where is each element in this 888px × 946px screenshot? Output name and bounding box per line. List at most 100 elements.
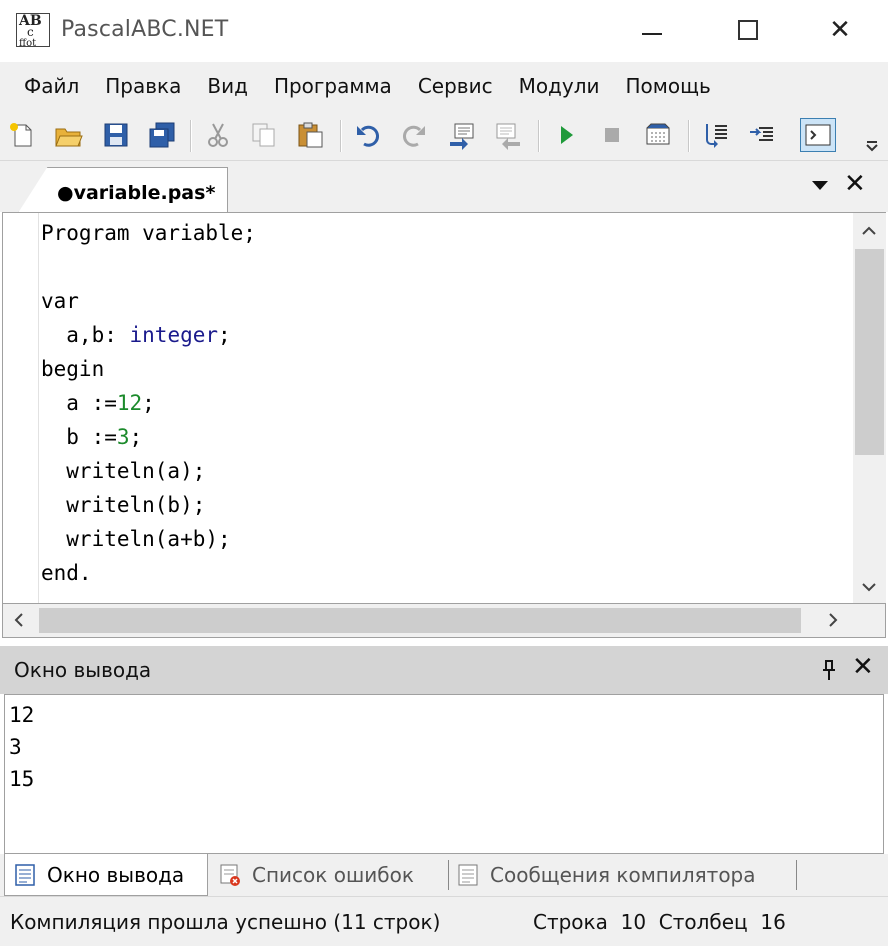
editor-tab-strip: ●variable.pas* ✕	[0, 160, 888, 213]
redo-button[interactable]	[396, 118, 432, 152]
code-editor[interactable]: Program variable; var a,b: integer; begin …	[2, 212, 886, 604]
maximize-icon	[738, 20, 758, 40]
step-into-icon	[706, 124, 727, 148]
output-close-button[interactable]: ✕	[852, 654, 874, 680]
code-line: Program variable;	[41, 216, 256, 250]
toolbar-overflow-button[interactable]	[862, 128, 882, 156]
tab-output-window[interactable]: Окно вывода	[4, 854, 208, 896]
code-token: b :=	[41, 425, 117, 449]
rebuild-button[interactable]	[490, 118, 526, 152]
tab-label: ●variable.pas*	[57, 182, 216, 204]
code-line: var	[41, 284, 256, 318]
scroll-left-icon[interactable]	[11, 612, 27, 628]
undo-icon	[357, 125, 380, 147]
code-token: ;	[218, 323, 231, 347]
debug-button[interactable]	[640, 118, 676, 152]
save-button[interactable]	[98, 118, 134, 152]
step-over-icon	[750, 127, 773, 141]
app-icon-text-ffot: ffot	[19, 38, 37, 49]
scroll-up-icon[interactable]	[861, 223, 877, 239]
minimize-icon	[642, 33, 662, 35]
open-button[interactable]	[50, 118, 86, 152]
code-line: begin	[41, 352, 256, 386]
close-icon: ✕	[844, 169, 866, 199]
status-message: Компиляция прошла успешно (11 строк)	[10, 910, 441, 934]
horizontal-scroll-thumb[interactable]	[39, 608, 801, 633]
code-line: b :=3;	[41, 420, 256, 454]
cut-icon	[208, 123, 228, 147]
code-token: writeln(b);	[41, 493, 206, 517]
scroll-right-icon[interactable]	[825, 612, 841, 628]
undo-button[interactable]	[350, 118, 386, 152]
toolbar-separator	[190, 120, 192, 152]
code-token: a,b:	[41, 323, 130, 347]
cut-button[interactable]	[200, 118, 236, 152]
tab-separator	[796, 860, 797, 890]
open-folder-icon	[55, 128, 83, 147]
paste-button[interactable]	[292, 118, 328, 152]
step-over-button[interactable]	[744, 118, 780, 152]
code-token: integer	[129, 323, 219, 347]
stop-icon	[605, 128, 619, 142]
minimize-button[interactable]	[622, 8, 682, 52]
menu-view[interactable]: Вид	[194, 66, 261, 106]
compile-button[interactable]	[444, 118, 480, 152]
tab-dropdown-icon[interactable]	[812, 181, 828, 190]
run-button[interactable]	[548, 118, 584, 152]
tab-compiler-messages[interactable]: Сообщения компилятора	[456, 854, 756, 896]
compile-icon	[450, 123, 474, 150]
rebuild-icon	[496, 123, 520, 150]
editor-gutter	[3, 213, 39, 603]
new-file-button[interactable]	[4, 118, 40, 152]
pascalabc-app-icon[interactable]: AB c ffot	[16, 13, 50, 49]
save-all-button[interactable]	[144, 118, 180, 152]
code-token: ;	[129, 425, 143, 449]
menu-bar: Файл Правка Вид Программа Сервис Модули …	[0, 62, 888, 110]
cursor-position: Строка 10 Столбец 16	[533, 910, 786, 934]
menu-modules[interactable]: Модули	[506, 66, 613, 106]
vertical-scrollbar[interactable]	[853, 213, 886, 603]
menu-service[interactable]: Сервис	[405, 66, 506, 106]
code-token: Program variable;	[41, 221, 256, 245]
output-body[interactable]: 12 3 15	[4, 694, 884, 854]
code-token: 3	[116, 425, 130, 449]
code-token: a :=	[41, 391, 117, 415]
stop-button[interactable]	[594, 118, 630, 152]
tab-error-list[interactable]: Список ошибок	[214, 854, 414, 896]
code-token: ;	[142, 391, 155, 415]
paste-icon	[298, 122, 323, 148]
code-token: end.	[41, 561, 92, 585]
copy-button[interactable]	[246, 118, 282, 152]
code-line: writeln(b);	[41, 488, 256, 522]
vertical-scroll-thumb[interactable]	[855, 249, 884, 455]
tab-error-list-label: Список ошибок	[252, 863, 414, 887]
code-area[interactable]: Program variable; var a,b: integer; begin …	[41, 216, 256, 590]
error-list-icon	[220, 864, 240, 886]
tab-compiler-messages-label: Сообщения компилятора	[490, 863, 756, 887]
code-token: writeln(a+b);	[41, 527, 231, 551]
maximize-button[interactable]	[718, 8, 778, 52]
menu-file[interactable]: Файл	[0, 66, 92, 106]
tab-separator	[448, 860, 449, 890]
pin-icon[interactable]	[820, 658, 838, 682]
code-line: a,b: integer;	[41, 318, 256, 352]
tab-close-button[interactable]: ✕	[844, 171, 866, 197]
new-file-icon	[10, 123, 32, 147]
menu-program[interactable]: Программа	[261, 66, 405, 106]
step-into-button[interactable]	[698, 118, 734, 152]
scroll-down-icon[interactable]	[861, 579, 877, 595]
bottom-tab-strip: Окно вывода Список ошибок Сообщения комп…	[0, 854, 888, 896]
tab-variable-pas[interactable]: ●variable.pas*	[18, 167, 228, 213]
status-bar: Компиляция прошла успешно (11 строк) Стр…	[0, 896, 888, 946]
chevron-down-icon	[866, 141, 878, 152]
menu-edit[interactable]: Правка	[92, 66, 194, 106]
menu-help[interactable]: Помощь	[613, 66, 724, 106]
code-line: writeln(a+b);	[41, 522, 256, 556]
toolbar-separator	[538, 120, 540, 152]
horizontal-scrollbar[interactable]	[2, 604, 886, 638]
code-token: begin	[41, 357, 105, 381]
code-line: a :=12;	[41, 386, 256, 420]
close-button[interactable]: ✕	[810, 8, 870, 52]
console-button[interactable]	[800, 118, 836, 152]
